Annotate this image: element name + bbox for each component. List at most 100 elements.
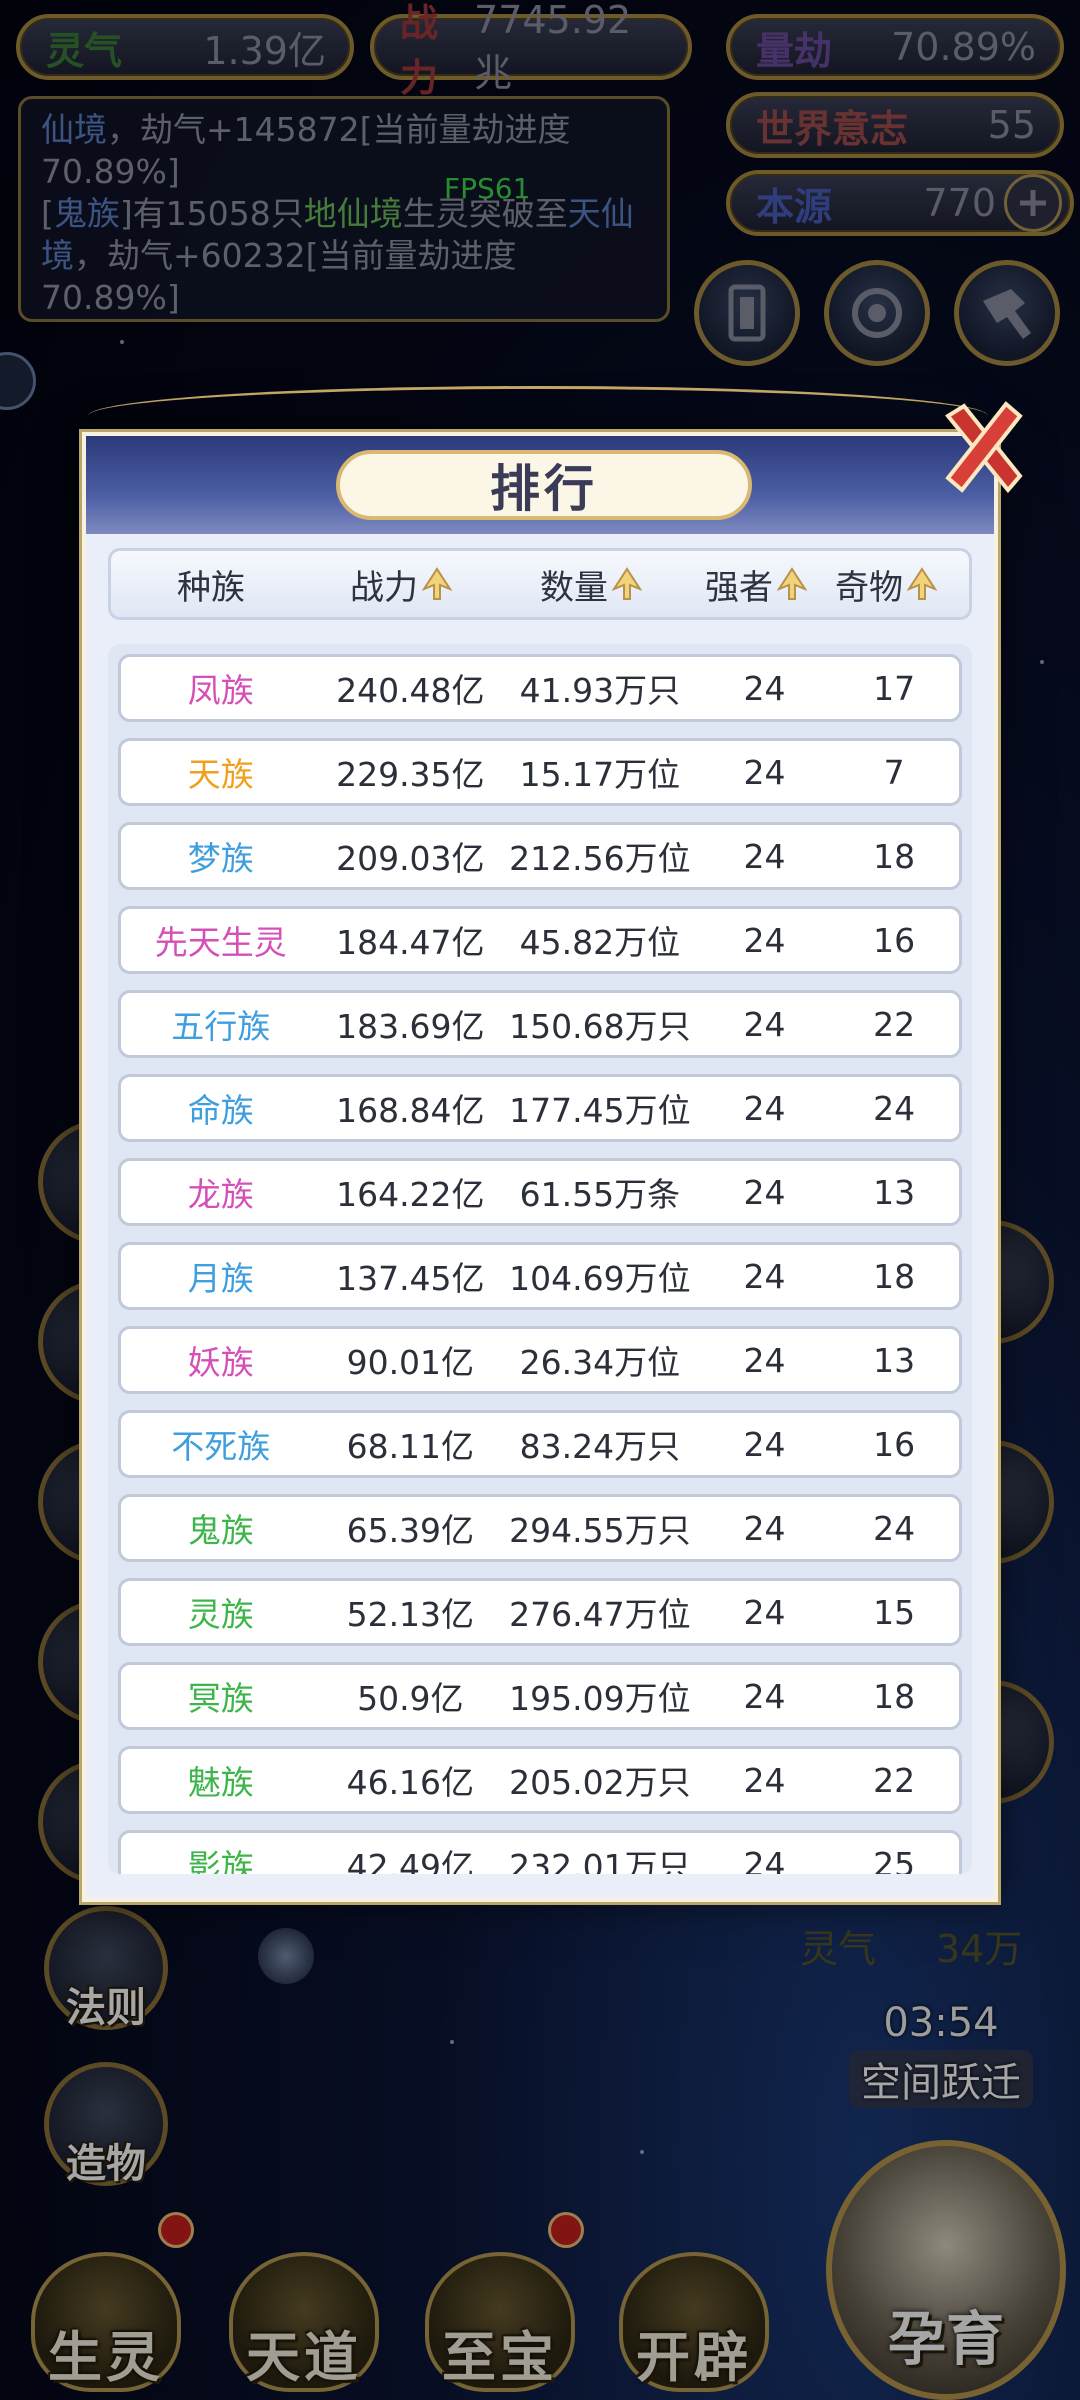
count-cell: 294.55万只 <box>509 1511 691 1550</box>
header-count-label: 数量 <box>540 567 608 608</box>
table-row[interactable]: 影族 42.49亿 232.01万只 24 25 <box>118 1830 962 1874</box>
power-cell: 168.84亿 <box>336 1091 485 1130</box>
treasure-cell: 22 <box>873 1004 916 1044</box>
strong-cell: 24 <box>743 1676 786 1716</box>
treasure-cell: 17 <box>873 668 916 708</box>
count-cell: 150.68万只 <box>509 1007 691 1046</box>
race-cell: 冥族 <box>187 1679 254 1718</box>
close-icon <box>945 401 1023 494</box>
table-row[interactable]: 魅族 46.16亿 205.02万只 24 22 <box>118 1746 962 1814</box>
race-cell: 妖族 <box>187 1343 254 1382</box>
count-cell: 45.82万位 <box>519 923 681 962</box>
header-power-label: 战力 <box>350 567 418 608</box>
treasure-cell: 15 <box>873 1592 916 1632</box>
treasure-cell: 18 <box>873 1256 916 1296</box>
power-cell: 90.01亿 <box>346 1343 475 1382</box>
treasure-cell: 18 <box>873 836 916 876</box>
count-cell: 83.24万只 <box>519 1427 681 1466</box>
sort-arrow-icon <box>612 567 642 600</box>
close-button[interactable] <box>934 398 1034 498</box>
table-row[interactable]: 月族 137.45亿 104.69万位 24 18 <box>118 1242 962 1310</box>
count-cell: 41.93万只 <box>519 671 681 710</box>
table-row[interactable]: 鬼族 65.39亿 294.55万只 24 24 <box>118 1494 962 1562</box>
strong-cell: 24 <box>743 752 786 792</box>
count-cell: 177.45万位 <box>509 1091 691 1130</box>
sort-strong-button[interactable]: 强者 <box>691 560 821 609</box>
power-cell: 42.49亿 <box>346 1847 475 1874</box>
race-cell: 凤族 <box>187 671 254 710</box>
treasure-cell: 16 <box>873 920 916 960</box>
race-cell: 梦族 <box>187 839 254 878</box>
table-row[interactable]: 梦族 209.03亿 212.56万位 24 18 <box>118 822 962 890</box>
table-row[interactable]: 不死族 68.11亿 83.24万只 24 16 <box>118 1410 962 1478</box>
sort-treasure-button[interactable]: 奇物 <box>821 560 951 609</box>
count-cell: 104.69万位 <box>509 1259 691 1298</box>
strong-cell: 24 <box>743 1340 786 1380</box>
power-cell: 137.45亿 <box>336 1259 485 1298</box>
table-row[interactable]: 灵族 52.13亿 276.47万位 24 15 <box>118 1578 962 1646</box>
header-race-label: 种族 <box>177 567 245 608</box>
strong-cell: 24 <box>743 668 786 708</box>
table-row[interactable]: 天族 229.35亿 15.17万位 24 7 <box>118 738 962 806</box>
power-cell: 52.13亿 <box>346 1595 475 1634</box>
ranking-table: 种族 战力 数量 强者 奇物 凤族 240.48亿 41.93万只 24 17 天族 229… <box>108 548 972 1874</box>
race-cell: 天族 <box>187 755 254 794</box>
treasure-cell: 24 <box>873 1508 916 1548</box>
count-cell: 205.02万只 <box>509 1763 691 1802</box>
power-cell: 209.03亿 <box>336 839 485 878</box>
sort-arrow-icon <box>422 567 452 600</box>
power-cell: 46.16亿 <box>346 1763 475 1802</box>
header-strong-label: 强者 <box>705 567 773 608</box>
modal-title: 排行 <box>336 450 752 520</box>
race-cell: 龙族 <box>187 1175 254 1214</box>
strong-cell: 24 <box>743 1172 786 1212</box>
treasure-cell: 7 <box>883 752 905 792</box>
strong-cell: 24 <box>743 1088 786 1128</box>
count-cell: 15.17万位 <box>519 755 681 794</box>
race-cell: 月族 <box>187 1259 254 1298</box>
count-cell: 195.09万位 <box>509 1679 691 1718</box>
race-cell: 命族 <box>187 1091 254 1130</box>
treasure-cell: 24 <box>873 1088 916 1128</box>
header-treasure-label: 奇物 <box>835 567 903 608</box>
table-row[interactable]: 龙族 164.22亿 61.55万条 24 13 <box>118 1158 962 1226</box>
power-cell: 164.22亿 <box>336 1175 485 1214</box>
race-cell: 灵族 <box>187 1595 254 1634</box>
table-row[interactable]: 五行族 183.69亿 150.68万只 24 22 <box>118 990 962 1058</box>
header-race: 种族 <box>111 560 311 609</box>
treasure-cell: 16 <box>873 1424 916 1464</box>
sort-arrow-icon <box>777 567 807 600</box>
race-cell: 五行族 <box>171 1007 271 1046</box>
table-row[interactable]: 先天生灵 184.47亿 45.82万位 24 16 <box>118 906 962 974</box>
power-cell: 229.35亿 <box>336 755 485 794</box>
table-row[interactable]: 妖族 90.01亿 26.34万位 24 13 <box>118 1326 962 1394</box>
race-cell: 魅族 <box>187 1763 254 1802</box>
strong-cell: 24 <box>743 1760 786 1800</box>
power-cell: 68.11亿 <box>346 1427 475 1466</box>
table-row[interactable]: 冥族 50.9亿 195.09万位 24 18 <box>118 1662 962 1730</box>
treasure-cell: 13 <box>873 1172 916 1212</box>
power-cell: 50.9亿 <box>357 1679 464 1718</box>
sort-count-button[interactable]: 数量 <box>491 560 691 609</box>
ranking-list[interactable]: 凤族 240.48亿 41.93万只 24 17 天族 229.35亿 15.17万位 24 7 梦… <box>108 644 972 1874</box>
table-row[interactable]: 凤族 240.48亿 41.93万只 24 17 <box>118 654 962 722</box>
power-cell: 183.69亿 <box>336 1007 485 1046</box>
sort-power-button[interactable]: 战力 <box>311 560 491 609</box>
count-cell: 276.47万位 <box>509 1595 691 1634</box>
race-cell: 不死族 <box>171 1427 271 1466</box>
table-row[interactable]: 命族 168.84亿 177.45万位 24 24 <box>118 1074 962 1142</box>
sort-arrow-icon <box>907 567 937 600</box>
race-cell: 先天生灵 <box>154 923 287 962</box>
strong-cell: 24 <box>743 1004 786 1044</box>
strong-cell: 24 <box>743 836 786 876</box>
count-cell: 212.56万位 <box>509 839 691 878</box>
power-cell: 65.39亿 <box>346 1511 475 1550</box>
strong-cell: 24 <box>743 1844 786 1875</box>
strong-cell: 24 <box>743 1256 786 1296</box>
count-cell: 26.34万位 <box>519 1343 681 1382</box>
treasure-cell: 22 <box>873 1760 916 1800</box>
ranking-modal: 排行 种族 战力 数量 强者 奇物 凤族 240.48亿 41.93万只 24 17 天族… <box>82 432 998 1902</box>
race-cell: 鬼族 <box>187 1511 254 1550</box>
treasure-cell: 25 <box>873 1844 916 1875</box>
count-cell: 232.01万只 <box>509 1847 691 1874</box>
